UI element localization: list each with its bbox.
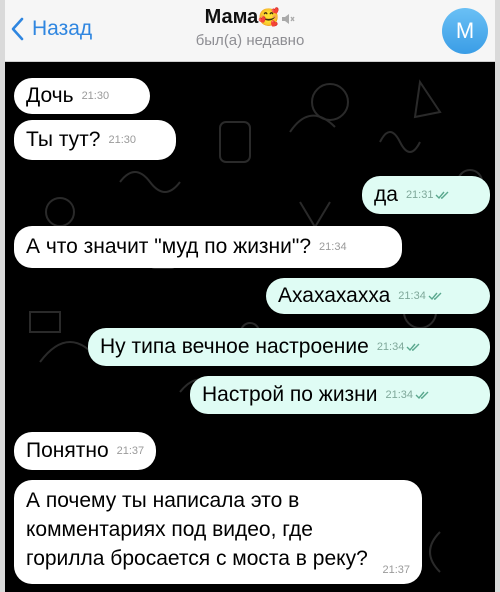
avatar-letter: М (455, 18, 475, 43)
message-time: 21:34 (398, 290, 426, 302)
incoming-message[interactable]: Дочь 21:30 (14, 78, 150, 114)
smiling-face-hearts-icon: 🥰 (258, 8, 280, 27)
message-text-line: горилла бросается с моста в реку? (26, 547, 368, 570)
message-time: 21:34 (319, 241, 347, 253)
chat-title-block[interactable]: Мама🥰 был(а) недавно (150, 6, 350, 49)
message-time: 21:37 (382, 564, 410, 576)
message-time: 21:30 (108, 134, 137, 146)
message-time: 21:34 (385, 389, 414, 401)
read-checkmarks-icon (406, 343, 420, 352)
message-text: Ты тут? (26, 128, 101, 151)
message-text: Ну типа вечное настроение (100, 335, 369, 358)
incoming-message[interactable]: Понятно 21:37 (14, 432, 156, 470)
message-text: Дочь (26, 84, 74, 107)
message-time: 21:37 (116, 445, 145, 457)
message-time: 21:31 (405, 189, 434, 201)
incoming-message[interactable]: Ты тут? 21:30 (14, 120, 176, 160)
message-text: Понятно (26, 439, 109, 462)
back-button[interactable]: Назад (8, 14, 92, 44)
message-time: 21:34 (376, 341, 405, 353)
read-checkmarks-icon (428, 292, 442, 301)
outgoing-message[interactable]: Ну типа вечное настроение 21:34 (88, 328, 490, 366)
outgoing-message[interactable]: да 21:31 (362, 176, 490, 214)
message-text-line: комментариях под видео, где (26, 518, 313, 541)
back-label: Назад (32, 17, 93, 40)
avatar[interactable]: М (442, 8, 488, 54)
outgoing-message[interactable]: Ахахахахха 21:34 (266, 278, 490, 314)
message-text: А что значит "муд по жизни"? (26, 235, 312, 258)
incoming-message[interactable]: А почему ты написала это в комментариях п… (14, 480, 422, 584)
message-text-line: А почему ты написала это в (26, 489, 300, 512)
chat-title: Мама (204, 6, 259, 28)
message-text: Ахахахахха (278, 284, 391, 307)
last-seen-status: был(а) недавно (195, 32, 305, 49)
message-time: 21:30 (81, 90, 110, 102)
message-text: да (374, 183, 398, 206)
read-checkmarks-icon (435, 191, 449, 200)
incoming-message[interactable]: А что значит "муд по жизни"? 21:34 (14, 226, 402, 268)
muted-icon (282, 13, 295, 24)
message-text: Настрой по жизни (202, 383, 378, 406)
chevron-left-icon (11, 17, 24, 41)
chat-header: Назад Мама🥰 был(а) недавно М (0, 0, 500, 62)
read-checkmarks-icon (415, 391, 429, 400)
outgoing-message[interactable]: Настрой по жизни 21:34 (190, 376, 490, 414)
